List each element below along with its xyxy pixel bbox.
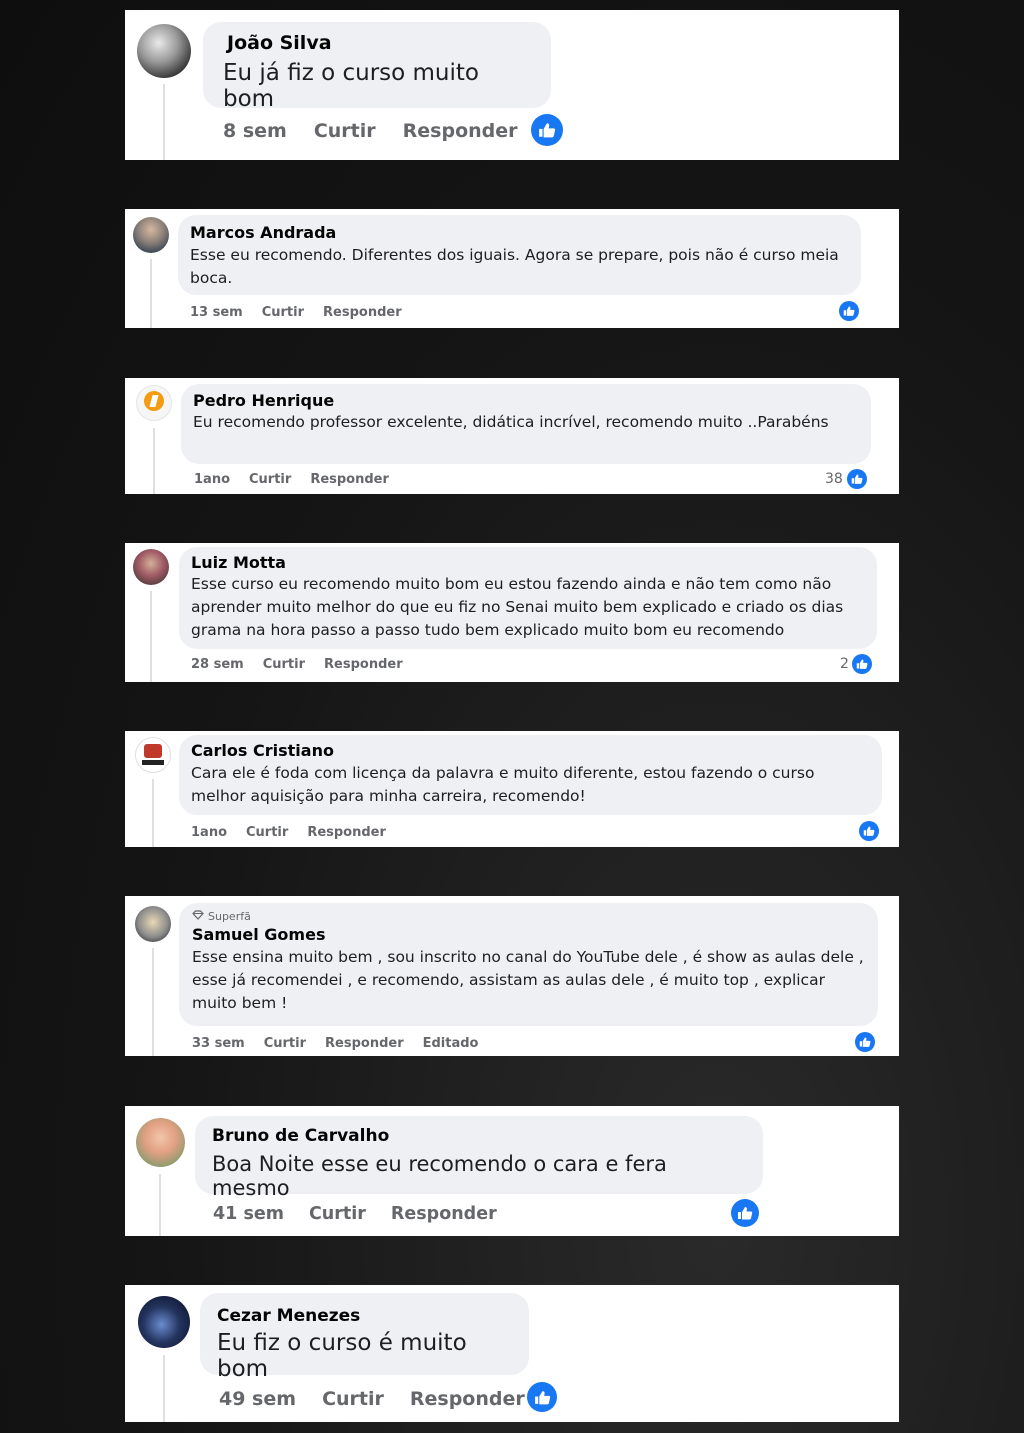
comment-card: Cezar Menezes Eu fiz o curso é muito bom…: [125, 1285, 899, 1422]
comment-text: Eu recomendo professor excelente, didáti…: [193, 413, 829, 431]
thumbs-up-icon[interactable]: [852, 654, 872, 674]
commenter-name[interactable]: Samuel Gomes: [192, 925, 865, 944]
comment-actions: 41 sem Curtir Responder: [213, 1204, 497, 1224]
avatar[interactable]: [138, 1296, 190, 1348]
commenter-name[interactable]: Bruno de Carvalho: [212, 1126, 746, 1146]
like-button[interactable]: Curtir: [322, 1388, 384, 1410]
comment-bubble: Luiz Motta Esse curso eu recomendo muito…: [179, 547, 877, 649]
timestamp[interactable]: 33 sem: [192, 1036, 245, 1051]
comment-bubble: Cezar Menezes Eu fiz o curso é muito bom: [200, 1293, 529, 1382]
avatar[interactable]: [136, 385, 172, 421]
timestamp[interactable]: 49 sem: [219, 1388, 296, 1410]
comment-actions: 28 sem Curtir Responder: [191, 657, 403, 672]
comment-bubble: Pedro Henrique Eu recomendo professor ex…: [181, 384, 871, 464]
like-button[interactable]: Curtir: [263, 657, 305, 672]
thumbs-up-icon[interactable]: [731, 1199, 759, 1227]
thumbs-up-icon[interactable]: [531, 114, 563, 146]
commenter-name[interactable]: João Silva: [227, 32, 531, 54]
avatar[interactable]: [133, 217, 169, 253]
like-button[interactable]: Curtir: [249, 472, 291, 487]
timestamp[interactable]: 41 sem: [213, 1204, 284, 1224]
timestamp[interactable]: 1ano: [194, 472, 230, 487]
comment-bubble: Marcos Andrada Esse eu recomendo. Difere…: [178, 215, 861, 295]
avatar[interactable]: [133, 549, 169, 585]
badge-label: Superfã: [208, 910, 251, 923]
edited-label: Editado: [422, 1036, 479, 1051]
reply-button[interactable]: Responder: [325, 1036, 404, 1051]
fan-badge[interactable]: Superfã: [192, 910, 865, 923]
comment-text: Boa Noite esse eu recomendo o cara e fer…: [212, 1152, 667, 1200]
like-button[interactable]: Curtir: [262, 305, 304, 320]
comment-card: Marcos Andrada Esse eu recomendo. Difere…: [125, 209, 899, 328]
like-button[interactable]: Curtir: [309, 1204, 366, 1224]
reaction-count[interactable]: 38: [825, 471, 843, 487]
comment-text: Esse eu recomendo. Diferentes dos iguais…: [190, 246, 839, 287]
reply-button[interactable]: Responder: [391, 1204, 497, 1224]
comment-actions: 49 sem Curtir Responder: [219, 1388, 525, 1410]
thread-line: [163, 1355, 165, 1422]
like-button[interactable]: Curtir: [264, 1036, 306, 1051]
thread-line: [152, 948, 154, 1056]
comment-bubble: Bruno de Carvalho Boa Noite esse eu reco…: [195, 1116, 763, 1200]
reply-button[interactable]: Responder: [310, 472, 389, 487]
comment-bubble: João Silva Eu já fiz o curso muito bom: [203, 22, 551, 112]
commenter-name[interactable]: Cezar Menezes: [217, 1306, 512, 1326]
reply-button[interactable]: Responder: [307, 825, 386, 840]
comment-card: João Silva Eu já fiz o curso muito bom 8…: [125, 10, 899, 160]
commenter-name[interactable]: Luiz Motta: [191, 553, 865, 572]
commenter-name[interactable]: Carlos Cristiano: [191, 741, 870, 760]
thread-line: [159, 1174, 161, 1236]
thumbs-up-icon[interactable]: [855, 1032, 875, 1052]
avatar[interactable]: [135, 906, 171, 942]
comment-actions: 1ano Curtir Responder: [191, 825, 386, 840]
comment-card: Pedro Henrique Eu recomendo professor ex…: [125, 378, 899, 494]
thread-line: [152, 779, 154, 847]
comment-text: Esse ensina muito bem , sou inscrito no …: [192, 948, 864, 1012]
timestamp[interactable]: 1ano: [191, 825, 227, 840]
comment-text: Eu já fiz o curso muito bom: [223, 60, 479, 112]
reply-button[interactable]: Responder: [410, 1388, 525, 1410]
like-button[interactable]: Curtir: [246, 825, 288, 840]
avatar[interactable]: [135, 737, 171, 773]
thumbs-up-icon[interactable]: [847, 469, 867, 489]
comment-card: Superfã Samuel Gomes Esse ensina muito b…: [125, 896, 899, 1056]
comment-card: Bruno de Carvalho Boa Noite esse eu reco…: [125, 1106, 899, 1236]
thumbs-up-icon[interactable]: [527, 1382, 557, 1412]
reply-button[interactable]: Responder: [403, 120, 518, 142]
timestamp[interactable]: 8 sem: [223, 120, 287, 142]
thumbs-up-icon[interactable]: [839, 301, 859, 321]
diamond-icon: [192, 910, 204, 923]
commenter-name[interactable]: Marcos Andrada: [190, 223, 849, 242]
comment-bubble: Carlos Cristiano Cara ele é foda com lic…: [179, 735, 882, 815]
thread-line: [150, 259, 152, 328]
comment-text: Cara ele é foda com licença da palavra e…: [191, 764, 815, 805]
comment-card: Carlos Cristiano Cara ele é foda com lic…: [125, 731, 899, 847]
comment-actions: 8 sem Curtir Responder: [223, 120, 518, 142]
comment-bubble: Superfã Samuel Gomes Esse ensina muito b…: [179, 903, 878, 1026]
comment-text: Esse curso eu recomendo muito bom eu est…: [191, 575, 844, 639]
comment-text: Eu fiz o curso é muito bom: [217, 1330, 467, 1382]
avatar[interactable]: [137, 24, 191, 78]
timestamp[interactable]: 28 sem: [191, 657, 244, 672]
comment-actions: 13 sem Curtir Responder: [190, 305, 402, 320]
thread-line: [163, 84, 165, 160]
comment-card: Luiz Motta Esse curso eu recomendo muito…: [125, 543, 899, 682]
thread-line: [150, 591, 152, 682]
comment-actions: 33 sem Curtir Responder Editado: [192, 1036, 478, 1051]
reply-button[interactable]: Responder: [323, 305, 402, 320]
thread-line: [153, 428, 155, 494]
avatar[interactable]: [136, 1118, 185, 1167]
like-button[interactable]: Curtir: [314, 120, 376, 142]
thumbs-up-icon[interactable]: [859, 821, 879, 841]
comment-actions: 1ano Curtir Responder: [194, 472, 389, 487]
commenter-name[interactable]: Pedro Henrique: [193, 391, 859, 410]
reaction-count[interactable]: 2: [840, 656, 849, 672]
timestamp[interactable]: 13 sem: [190, 305, 243, 320]
reply-button[interactable]: Responder: [324, 657, 403, 672]
